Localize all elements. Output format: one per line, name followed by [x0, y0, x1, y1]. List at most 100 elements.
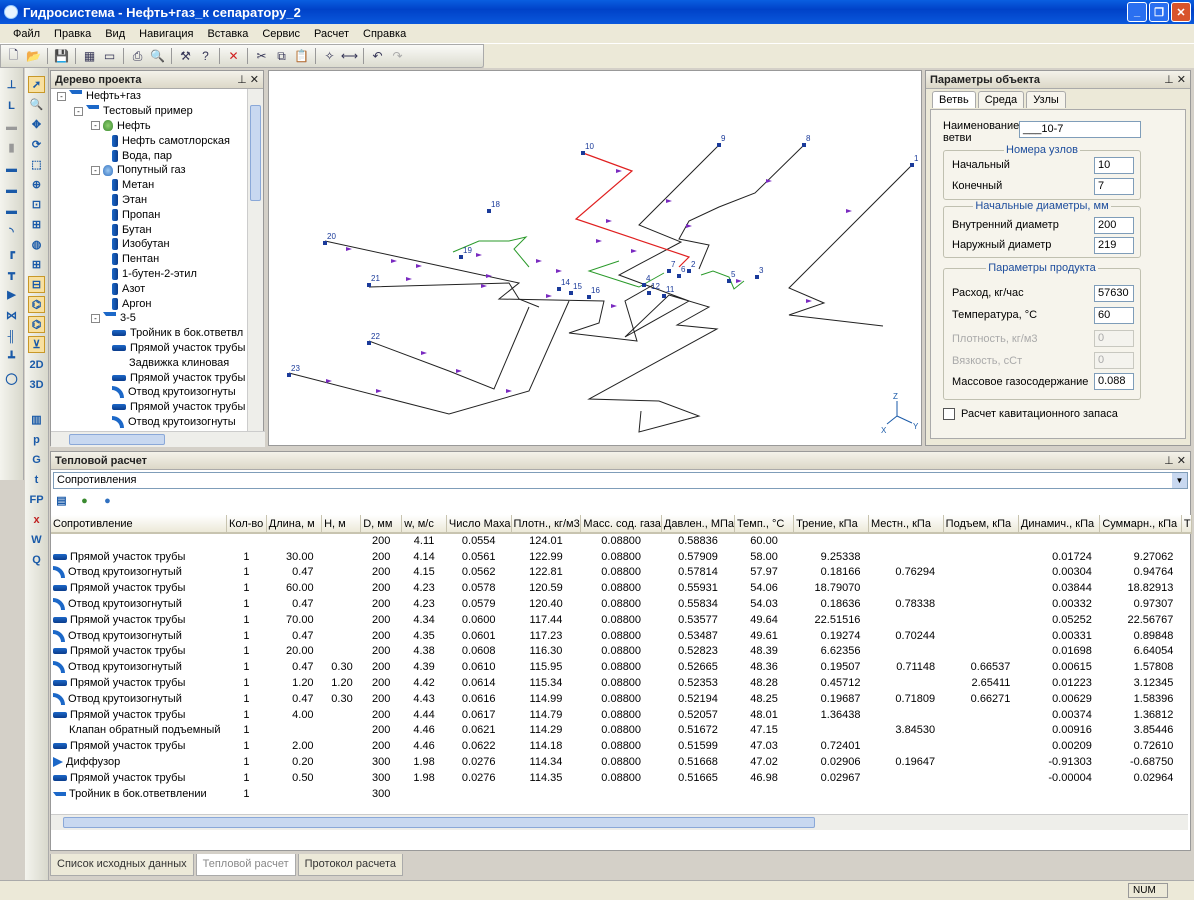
pipe-horizontal-icon[interactable]: ▬ — [3, 160, 20, 177]
node-label[interactable]: 15 — [573, 282, 582, 291]
column-header[interactable]: Н, м — [321, 515, 362, 534]
node-marker[interactable] — [487, 209, 491, 213]
branch-l-icon[interactable]: L — [3, 97, 20, 114]
node-label[interactable]: 6 — [681, 265, 686, 274]
column-header[interactable]: Подъем, кПа — [943, 515, 1019, 534]
column-header[interactable]: Число Маха — [446, 515, 512, 534]
window-icon[interactable]: ▭ — [101, 48, 118, 65]
zoom-in-icon[interactable]: ⊕ — [28, 176, 45, 193]
flow-arrow[interactable] — [476, 253, 482, 257]
globe-icon[interactable]: ◍ — [28, 236, 45, 253]
pipe-right-icon[interactable]: ▬ — [3, 202, 20, 219]
wand-icon[interactable]: ✧ — [321, 48, 338, 65]
table-row[interactable]: Прямой участок трубы 1 30.00 200 4.14 0.0561 1… — [51, 549, 1192, 565]
zoom-extent-icon[interactable]: ⊡ — [28, 196, 45, 213]
chevron-down-icon[interactable]: ▼ — [1172, 473, 1187, 488]
cut-icon[interactable]: ✂ — [253, 48, 270, 65]
menu-navigation[interactable]: Навигация — [132, 28, 200, 40]
inner-diameter-input[interactable]: 200 — [1094, 217, 1134, 234]
flow-arrow[interactable] — [376, 389, 382, 393]
zoom-icon[interactable]: 🔍 — [28, 96, 45, 113]
menu-insert[interactable]: Вставка — [200, 28, 255, 40]
pipe-segment[interactable] — [288, 300, 570, 415]
arrows-horizontal-icon[interactable]: ⟷ — [341, 48, 358, 65]
g-icon[interactable]: G — [28, 451, 45, 468]
pump-icon[interactable]: ╢ — [3, 328, 20, 345]
tab-protocol[interactable]: Протокол расчета — [297, 854, 403, 876]
x-icon[interactable]: x — [28, 511, 45, 528]
node-label[interactable]: 2 — [691, 260, 696, 269]
tree-item[interactable]: Азот — [51, 281, 249, 296]
node-label[interactable]: 3 — [759, 266, 764, 275]
node-marker[interactable] — [587, 295, 591, 299]
pin-close-icon[interactable]: ⊥ ✕ — [1164, 73, 1186, 86]
flow-arrow[interactable] — [326, 379, 332, 383]
tree-item[interactable]: Прямой участок трубы — [51, 370, 249, 385]
branch-name-input[interactable]: ___10-7 — [1019, 121, 1141, 138]
tree-item[interactable]: Отвод крутоизогнуты — [51, 385, 249, 400]
stand-icon[interactable]: ┻ — [3, 349, 20, 366]
node-label[interactable]: 10 — [585, 142, 594, 151]
node-marker[interactable] — [677, 274, 681, 278]
print-icon[interactable]: ⎙ — [129, 48, 146, 65]
restore-button[interactable]: ❐ — [1149, 2, 1169, 22]
elbow-icon[interactable]: ◝ — [3, 223, 20, 240]
gray-vertical-icon[interactable]: ▮ — [3, 139, 20, 156]
tree-item[interactable]: Нефть самотлорская — [51, 133, 249, 148]
node-label[interactable]: 9 — [721, 134, 726, 143]
node-marker[interactable] — [569, 291, 573, 295]
node-marker[interactable] — [717, 143, 721, 147]
node-label[interactable]: 7 — [671, 260, 676, 269]
tab-thermal-calc[interactable]: Тепловой расчет — [195, 854, 296, 876]
ring-icon[interactable]: ◯ — [3, 370, 20, 387]
branch-icon[interactable]: ⊥ — [3, 76, 20, 93]
pipe-left-icon[interactable]: ▬ — [3, 181, 20, 198]
tee-icon[interactable]: ┳ — [3, 265, 20, 282]
tree-item[interactable]: - 3-5 — [51, 311, 249, 326]
node-marker[interactable] — [287, 373, 291, 377]
pin-close-icon[interactable]: ⊥ ✕ — [237, 73, 259, 86]
node-label[interactable]: 16 — [591, 286, 600, 295]
flow-arrow[interactable] — [666, 199, 672, 203]
node-marker[interactable] — [667, 269, 671, 273]
paste-icon[interactable]: 📋 — [293, 48, 310, 65]
tree-item[interactable]: Изобутан — [51, 237, 249, 252]
flow-arrow[interactable] — [686, 224, 692, 228]
axis-y[interactable] — [896, 415, 913, 424]
table-row[interactable]: Отвод крутоизогнутый 1 0.47 200 4.15 0.0562 12… — [51, 565, 1192, 581]
column-header[interactable]: Длина, м — [266, 515, 323, 534]
flow-arrow[interactable] — [631, 249, 637, 253]
scheme-canvas[interactable]: 1 2 3 4 5 6 7 8 9 10 11 12 14 15 16 18 19 20 21 22 23 Z X Y — [268, 70, 922, 446]
flow-arrow[interactable] — [736, 279, 742, 283]
table-row[interactable]: Прямой участок трубы 1 60.00 200 4.23 0.0578 1… — [51, 580, 1192, 596]
column-header[interactable]: Динамич., кПа — [1018, 515, 1101, 534]
tab-nodes[interactable]: Узлы — [1026, 91, 1066, 108]
column-header[interactable]: Плотн., кг/м3 — [511, 515, 582, 534]
flow-arrow[interactable] — [421, 351, 427, 355]
chart-icon[interactable]: ▥ — [28, 411, 45, 428]
table-row[interactable]: Прямой участок трубы 1 1.20 1.20 200 4.42 0.06… — [51, 675, 1192, 691]
flow-arrow[interactable] — [846, 209, 852, 213]
tree-item[interactable]: Прямой участок трубы — [51, 341, 249, 356]
table-row[interactable]: Прямой участок трубы 1 2.00 200 4.46 0.0622 11… — [51, 738, 1192, 754]
gas-flask-icon[interactable]: ● — [99, 492, 116, 509]
flow-arrow[interactable] — [606, 219, 612, 223]
tree-expand-icon[interactable]: - — [57, 91, 66, 101]
flow-arrow[interactable] — [611, 304, 617, 308]
node-label[interactable]: 20 — [327, 232, 336, 241]
node-label[interactable]: 1 — [914, 154, 919, 163]
grid-view-icon[interactable]: ▤ — [53, 492, 70, 509]
node-marker[interactable] — [687, 269, 691, 273]
table-row[interactable]: 200 4.11 0.0554 124.01 0.08800 0.58836 60.00 — [51, 533, 1192, 549]
tab-input-data[interactable]: Список исходных данных — [50, 854, 194, 876]
table-row[interactable]: Отвод крутоизогнутый 1 0.47 0.30 200 4.43 0.06… — [51, 691, 1192, 707]
tree-item[interactable]: Аргон — [51, 296, 249, 311]
print-preview-icon[interactable]: 🔍 — [149, 48, 166, 65]
flow-arrow[interactable] — [416, 264, 422, 268]
flow-input[interactable]: 57630 — [1094, 285, 1134, 302]
t-icon[interactable]: t — [28, 471, 45, 488]
start-node-input[interactable]: 10 — [1094, 157, 1134, 174]
save-icon[interactable]: 💾 — [53, 48, 70, 65]
tools-icon[interactable]: ⚒ — [177, 48, 194, 65]
node-label[interactable]: 8 — [806, 134, 811, 143]
